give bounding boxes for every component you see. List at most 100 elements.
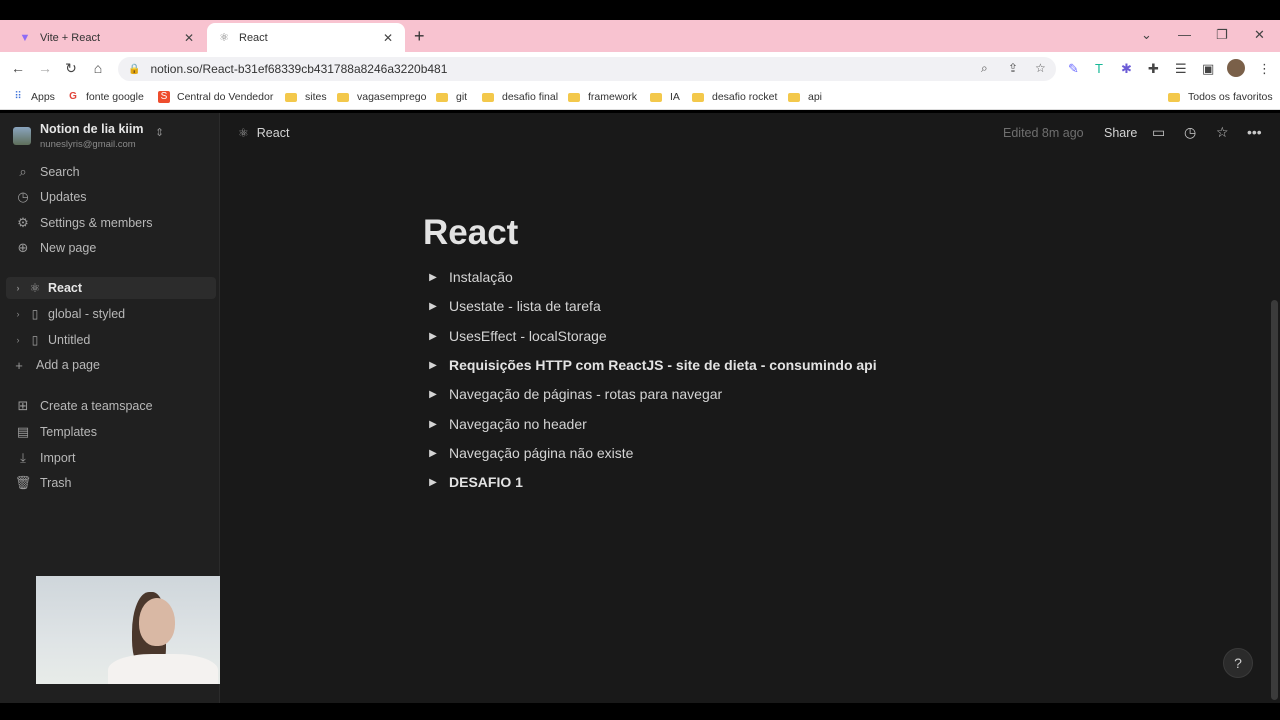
help-button[interactable]: ? xyxy=(1223,648,1253,678)
triangle-right-icon[interactable]: ▶ xyxy=(427,389,439,400)
bookmark-apps[interactable]: ⠿ Apps xyxy=(12,91,55,103)
menu-kebab-icon[interactable]: ⋮ xyxy=(1258,61,1271,77)
restore-icon[interactable]: ❐ xyxy=(1216,27,1228,43)
toggle-text[interactable]: Navegação de páginas - rotas para navega… xyxy=(449,386,722,402)
sidebar-item-label: Create a teamspace xyxy=(40,399,153,413)
workspace-name[interactable]: Notion de lia kiim xyxy=(40,122,144,136)
history-clock-icon[interactable]: ◷ xyxy=(1184,124,1196,141)
url-input[interactable]: 🔒 notion.so/React-b31ef68339cb431788a824… xyxy=(118,57,1056,81)
forward-icon[interactable]: → xyxy=(36,60,54,76)
chevron-right-icon[interactable]: › xyxy=(10,335,26,345)
extensions-puzzle-icon[interactable]: ✚ xyxy=(1148,61,1159,77)
toggle-text[interactable]: DESAFIO 1 xyxy=(449,474,523,490)
sidebar-updates[interactable]: ◷ Updates xyxy=(14,186,86,208)
sidebar-create-teamspace[interactable]: ⊞ Create a teamspace xyxy=(14,395,153,417)
toggle-block[interactable]: ▶ Navegação página não existe xyxy=(427,442,633,464)
sidebar-templates[interactable]: ▤ Templates xyxy=(14,421,97,443)
sidebar-add-page[interactable]: + Add a page xyxy=(12,354,100,376)
toggle-block[interactable]: ▶ Instalação xyxy=(427,266,513,288)
reading-list-icon[interactable]: ☰ xyxy=(1175,61,1187,77)
webcam-person-face xyxy=(139,598,175,646)
zoom-icon[interactable]: ⌕ xyxy=(981,61,988,76)
toggle-block[interactable]: ▶ Usestate - lista de tarefa xyxy=(427,295,601,317)
close-icon[interactable]: ✕ xyxy=(182,31,196,45)
triangle-right-icon[interactable]: ▶ xyxy=(427,301,439,312)
bookmark-fonte-google[interactable]: G fonte google xyxy=(67,91,144,103)
favorite-star-icon[interactable]: ☆ xyxy=(1216,124,1229,141)
bookmark-git[interactable]: git xyxy=(436,91,467,103)
profile-avatar[interactable] xyxy=(1227,59,1245,77)
triangle-right-icon[interactable]: ▶ xyxy=(427,448,439,459)
triangle-right-icon[interactable]: ▶ xyxy=(427,360,439,371)
comments-icon[interactable]: ▭ xyxy=(1152,124,1165,141)
side-panel-icon[interactable]: ▣ xyxy=(1202,61,1214,77)
triangle-right-icon[interactable]: ▶ xyxy=(427,419,439,430)
tab-search-icon[interactable]: ⌄ xyxy=(1141,27,1152,43)
workspace-icon[interactable] xyxy=(13,127,31,145)
toggle-block[interactable]: ▶ UsesEffect - localStorage xyxy=(427,325,607,347)
toggle-block[interactable]: ▶ Navegação de páginas - rotas para nave… xyxy=(427,383,722,405)
bookmark-label: vagasemprego xyxy=(357,91,427,103)
sidebar-page-react[interactable]: › ⚛ React xyxy=(6,277,216,299)
minimize-icon[interactable]: — xyxy=(1178,27,1191,42)
bookmark-api[interactable]: api xyxy=(788,91,822,103)
extension-badge-icon[interactable]: ✱ xyxy=(1121,61,1132,77)
bookmark-star-icon[interactable]: ☆ xyxy=(1035,61,1046,75)
sidebar-page-untitled[interactable]: › ▯ Untitled xyxy=(6,329,216,351)
share-page-icon[interactable]: ⇪ xyxy=(1008,61,1018,75)
all-bookmarks[interactable]: Todos os favoritos xyxy=(1168,91,1273,103)
browser-tab-react[interactable]: ⚛ React ✕ xyxy=(207,23,405,52)
more-options-icon[interactable]: ••• xyxy=(1247,124,1262,140)
back-icon[interactable]: ← xyxy=(9,60,27,76)
toggle-text[interactable]: Instalação xyxy=(449,269,513,285)
sidebar-item-label: New page xyxy=(40,241,97,255)
bookmark-ia[interactable]: IA xyxy=(650,91,680,103)
sidebar-trash[interactable]: 🗑 Trash xyxy=(14,472,72,494)
home-icon[interactable]: ⌂ xyxy=(89,60,107,76)
new-tab-icon[interactable]: + xyxy=(414,26,425,47)
bookmark-sites[interactable]: sites xyxy=(285,91,327,103)
triangle-right-icon[interactable]: ▶ xyxy=(427,272,439,283)
bookmark-central-do-vendedor[interactable]: S Central do Vendedor xyxy=(158,91,273,103)
sidebar-import[interactable]: ⤓ Import xyxy=(14,447,75,469)
webcam-person-body xyxy=(108,654,218,684)
bookmark-vagasemprego[interactable]: vagasemprego xyxy=(337,91,426,103)
triangle-right-icon[interactable]: ▶ xyxy=(427,331,439,342)
chevron-right-icon[interactable]: › xyxy=(10,309,26,319)
reload-icon[interactable]: ↻ xyxy=(62,60,80,77)
sidebar-new-page[interactable]: ⊕ New page xyxy=(14,237,97,259)
toggle-text[interactable]: Usestate - lista de tarefa xyxy=(449,298,601,314)
sidebar-settings[interactable]: ⚙ Settings & members xyxy=(14,212,152,234)
folder-icon xyxy=(436,92,448,102)
bookmark-desafio-final[interactable]: desafio final xyxy=(482,91,558,103)
atom-icon: ⚛ xyxy=(29,281,41,295)
toggle-block[interactable]: ▶ Requisições HTTP com ReactJS - site de… xyxy=(427,354,877,376)
browser-tab-vite[interactable]: ▼ Vite + React ✕ xyxy=(8,23,206,52)
extension-pen-icon[interactable]: ✎ xyxy=(1068,61,1079,77)
toggle-block[interactable]: ▶ Navegação no header xyxy=(427,413,587,435)
share-button[interactable]: Share xyxy=(1104,126,1137,140)
toggle-text[interactable]: Navegação página não existe xyxy=(449,445,633,461)
toggle-block[interactable]: ▶ DESAFIO 1 xyxy=(427,471,523,493)
page-title[interactable]: React xyxy=(423,213,518,253)
search-icon: ⌕ xyxy=(19,164,27,179)
breadcrumb-label: React xyxy=(256,126,290,140)
vite-logo-icon: ▼ xyxy=(19,31,31,44)
google-icon: G xyxy=(69,91,77,102)
sidebar-page-global-styled[interactable]: › ▯ global - styled xyxy=(6,303,216,325)
window-close-icon[interactable]: ✕ xyxy=(1254,27,1265,43)
breadcrumb[interactable]: ⚛ React xyxy=(238,126,289,140)
toggle-text[interactable]: Navegação no header xyxy=(449,416,587,432)
toggle-text[interactable]: UsesEffect - localStorage xyxy=(449,328,607,344)
bookmark-label: sites xyxy=(305,91,327,103)
toggle-text[interactable]: Requisições HTTP com ReactJS - site de d… xyxy=(449,357,877,373)
sidebar-search[interactable]: ⌕ Search xyxy=(14,161,79,183)
bookmark-framework[interactable]: framework xyxy=(568,91,637,103)
bookmark-desafio-rocket[interactable]: desafio rocket xyxy=(692,91,777,103)
scrollbar[interactable] xyxy=(1271,300,1278,700)
chevron-right-icon[interactable]: › xyxy=(10,283,26,293)
close-icon[interactable]: ✕ xyxy=(381,31,395,45)
workspace-switch-icon[interactable]: ⇕ xyxy=(155,126,164,139)
extension-t-icon[interactable]: T xyxy=(1095,61,1103,76)
triangle-right-icon[interactable]: ▶ xyxy=(427,477,439,488)
